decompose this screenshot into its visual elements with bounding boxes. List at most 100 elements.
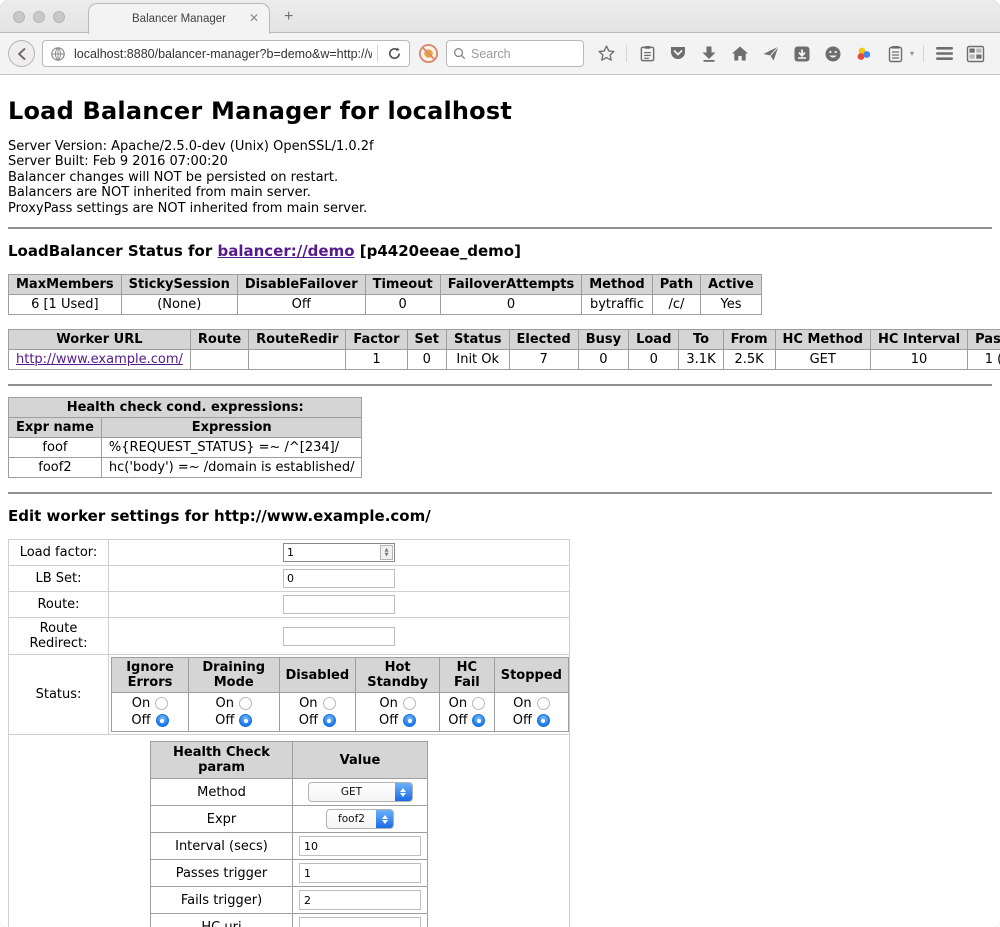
tab-balancer-manager[interactable]: Balancer Manager ✕ xyxy=(88,3,270,34)
lb-status-prefix: LoadBalancer Status for xyxy=(8,242,217,260)
ignore-errors-on-radio[interactable] xyxy=(155,697,168,710)
status-row: Status: Ignore Errors Draining Mode Disa… xyxy=(9,655,570,735)
zoom-window-button[interactable] xyxy=(53,11,65,23)
hc-interval-row: Interval (secs) xyxy=(151,833,428,860)
hc-method-label: Method xyxy=(151,779,293,806)
home-icon[interactable] xyxy=(729,43,751,65)
fails-input[interactable] xyxy=(299,890,421,910)
server-info: Server Version: Apache/2.5.0-dev (Unix) … xyxy=(8,139,992,216)
method-select[interactable]: GET xyxy=(308,782,413,802)
extension-colors-icon[interactable] xyxy=(853,43,875,65)
stopped-cell: On Off xyxy=(494,693,568,732)
ignore-errors-off-radio[interactable] xyxy=(156,714,169,727)
col-expression: Expression xyxy=(101,418,362,438)
toolbar-icons: ▾ xyxy=(595,43,986,65)
back-button[interactable] xyxy=(8,40,35,67)
expr-table-title: Health check cond. expressions: xyxy=(9,398,362,418)
cell-passes: 1 (0) xyxy=(968,350,1000,370)
worker-header-row: Worker URL Route RouteRedir Factor Set S… xyxy=(9,330,1000,350)
disabled-on-radio[interactable] xyxy=(323,697,336,710)
stopped-off-radio[interactable] xyxy=(537,714,550,727)
reading-list-icon[interactable] xyxy=(636,43,658,65)
hc-header-row: Health Check param Value xyxy=(151,742,428,779)
disabled-cell: On Off xyxy=(279,693,356,732)
status-radio-row: On Off On Off On Off xyxy=(112,693,569,732)
sidebar-caret-icon[interactable]: ▾ xyxy=(910,49,914,58)
lb-set-input[interactable] xyxy=(283,569,395,588)
cell-status: Init Ok xyxy=(446,350,509,370)
new-tab-button[interactable]: + xyxy=(284,8,293,26)
route-input[interactable] xyxy=(283,595,395,614)
cell-factor: 1 xyxy=(346,350,407,370)
minimize-window-button[interactable] xyxy=(33,11,45,23)
off-label: Off xyxy=(448,712,467,729)
site-identity-globe-icon[interactable] xyxy=(47,43,69,65)
col-to: To xyxy=(679,330,723,350)
url-bar[interactable]: localhost:8880/balancer-manager?b=demo&w… xyxy=(42,40,410,67)
route-redirect-input[interactable] xyxy=(283,627,395,646)
col-factor: Factor xyxy=(346,330,407,350)
status-header-row: Ignore Errors Draining Mode Disabled Hot… xyxy=(112,658,569,693)
hot-standby-on-radio[interactable] xyxy=(403,697,416,710)
load-factor-input[interactable]: ▲▼ xyxy=(283,543,395,562)
downloads-icon[interactable] xyxy=(698,43,720,65)
col-stopped: Stopped xyxy=(494,658,568,693)
cell-routeredir xyxy=(249,350,346,370)
cell-route xyxy=(190,350,248,370)
tab-groups-icon[interactable] xyxy=(964,43,986,65)
col-status: Status xyxy=(446,330,509,350)
stopped-on-radio[interactable] xyxy=(537,697,550,710)
search-bar[interactable]: Search xyxy=(446,40,584,67)
col-disabled: Disabled xyxy=(279,658,356,693)
draining-mode-off-radio[interactable] xyxy=(239,714,252,727)
off-label: Off xyxy=(299,712,318,729)
load-factor-field[interactable] xyxy=(284,546,380,559)
hc-fail-on-radio[interactable] xyxy=(472,697,485,710)
feedback-smiley-icon[interactable] xyxy=(822,43,844,65)
balancer-status-table: MaxMembers StickySession DisableFailover… xyxy=(8,274,762,315)
balancer-data-row: 6 [1 Used] (None) Off 0 0 bytraffic /c/ … xyxy=(9,295,762,315)
cell-failoverattempts: 0 xyxy=(440,295,582,315)
hc-fail-off-radio[interactable] xyxy=(472,714,485,727)
hot-standby-off-radio[interactable] xyxy=(403,714,416,727)
url-input[interactable]: localhost:8880/balancer-manager?b=demo&w… xyxy=(74,47,372,61)
number-stepper-icon[interactable]: ▲▼ xyxy=(380,545,393,560)
route-redirect-row: Route Redirect: xyxy=(9,618,570,655)
col-hc-interval: HC Interval xyxy=(870,330,967,350)
reload-icon[interactable] xyxy=(383,43,405,65)
disabled-off-radio[interactable] xyxy=(323,714,336,727)
draining-mode-on-radio[interactable] xyxy=(239,697,252,710)
pocket-icon[interactable] xyxy=(667,43,689,65)
col-hc-method: HC Method xyxy=(775,330,870,350)
menu-hamburger-icon[interactable] xyxy=(933,43,955,65)
send-tab-icon[interactable] xyxy=(760,43,782,65)
draining-mode-cell: On Off xyxy=(188,693,279,732)
cell-to: 3.1K xyxy=(679,350,723,370)
edit-worker-form: Load factor: ▲▼ LB Set: Route: Route Red… xyxy=(8,539,570,927)
on-label: On xyxy=(216,695,234,712)
interval-input[interactable] xyxy=(299,836,421,856)
hc-uri-input[interactable] xyxy=(299,917,421,927)
worker-url-link[interactable]: http://www.example.com/ xyxy=(16,352,183,367)
expr-select[interactable]: foof2 xyxy=(326,809,394,829)
close-window-button[interactable] xyxy=(13,11,25,23)
cell-expr-name: foof xyxy=(9,438,102,458)
sidebar-list-icon[interactable] xyxy=(884,43,906,65)
worker-data-row: http://www.example.com/ 1 0 Init Ok 7 0 … xyxy=(9,350,1000,370)
col-from: From xyxy=(723,330,775,350)
cell-hc-interval: 10 xyxy=(870,350,967,370)
bookmark-star-icon[interactable] xyxy=(595,43,617,65)
divider xyxy=(8,492,992,494)
adblock-disabled-icon[interactable] xyxy=(417,43,439,65)
col-failoverattempts: FailoverAttempts xyxy=(440,275,582,295)
route-redirect-label: Route Redirect: xyxy=(9,618,109,655)
browser-window: Balancer Manager ✕ + localhost:8880/bala… xyxy=(0,0,1000,927)
search-input[interactable]: Search xyxy=(471,47,511,61)
balancer-demo-link[interactable]: balancer://demo xyxy=(217,242,354,260)
off-label: Off xyxy=(131,712,150,729)
cell-hc-method: GET xyxy=(775,350,870,370)
hc-fails-row: Fails trigger) xyxy=(151,887,428,914)
panel-download-icon[interactable] xyxy=(791,43,813,65)
passes-input[interactable] xyxy=(299,863,421,883)
tab-close-icon[interactable]: ✕ xyxy=(249,12,259,24)
